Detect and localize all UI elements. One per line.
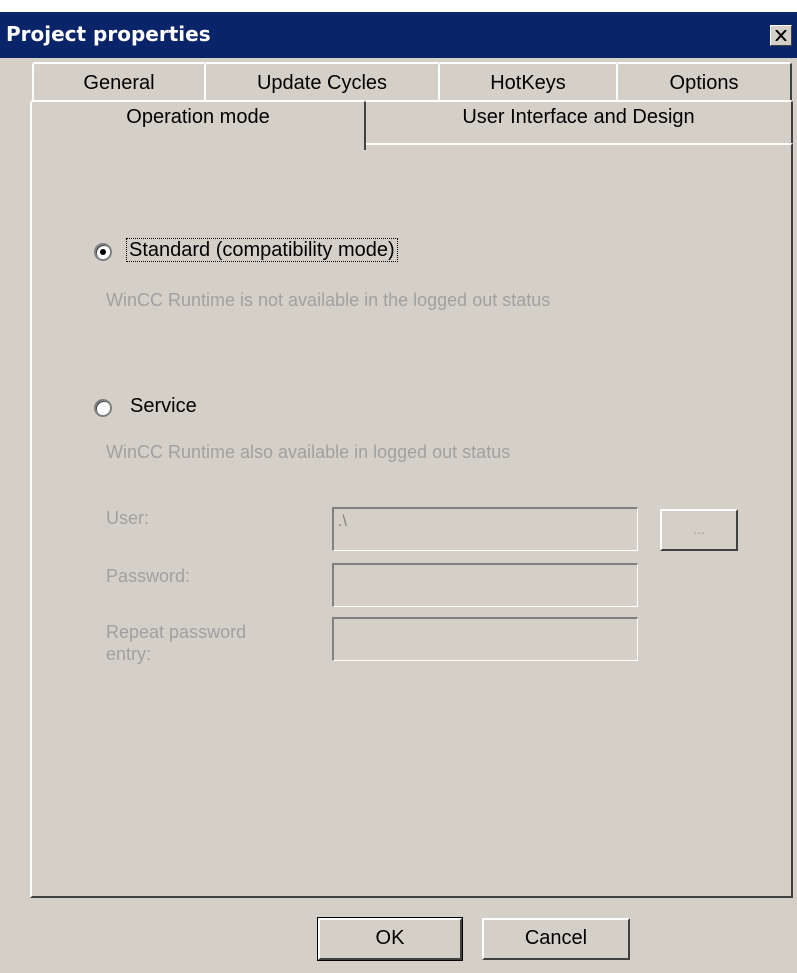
close-button[interactable]: [770, 25, 792, 46]
standard-label-text: Standard (compatibility mode): [126, 238, 398, 262]
user-field[interactable]: .\: [332, 507, 638, 551]
standard-radio[interactable]: [94, 243, 112, 261]
standard-radio-label[interactable]: Standard (compatibility mode): [126, 238, 398, 262]
repeat-password-field[interactable]: [332, 617, 638, 661]
standard-description: WinCC Runtime is not available in the lo…: [106, 290, 551, 310]
tab-operation-mode[interactable]: Operation mode: [30, 100, 366, 150]
tab-user-interface-and-design-label: User Interface and Design: [462, 106, 695, 128]
tab-general[interactable]: General: [32, 62, 206, 100]
tab-operation-mode-label: Operation mode: [126, 106, 270, 128]
service-radio-label[interactable]: Service: [130, 395, 197, 418]
radio-selected-dot: [100, 249, 106, 255]
tab-update-cycles-label: Update Cycles: [256, 72, 388, 94]
operation-mode-panel: Standard (compatibility mode) WinCC Runt…: [30, 143, 793, 898]
tab-user-interface-and-design[interactable]: User Interface and Design: [364, 100, 793, 144]
dialog-title: Project properties: [6, 22, 211, 46]
user-label: User:: [106, 508, 150, 528]
tab-general-label: General: [83, 72, 155, 94]
tab-options-label: Options: [669, 72, 739, 94]
service-description: WinCC Runtime also available in logged o…: [106, 442, 511, 462]
ok-button[interactable]: OK: [317, 917, 463, 961]
tab-hotkeys-label: HotKeys: [490, 72, 566, 94]
title-bar[interactable]: Project properties: [0, 12, 797, 58]
password-label: Password:: [106, 566, 191, 586]
close-icon: [775, 30, 787, 41]
tab-hotkeys[interactable]: HotKeys: [438, 62, 618, 100]
repeat-password-label: Repeat password entry:: [106, 622, 247, 664]
tab-options[interactable]: Options: [616, 62, 792, 100]
cancel-button[interactable]: Cancel: [482, 918, 630, 960]
tab-update-cycles[interactable]: Update Cycles: [204, 62, 440, 100]
user-browse-button[interactable]: ...: [660, 509, 738, 551]
service-radio[interactable]: [94, 399, 112, 417]
password-field[interactable]: [332, 563, 638, 607]
